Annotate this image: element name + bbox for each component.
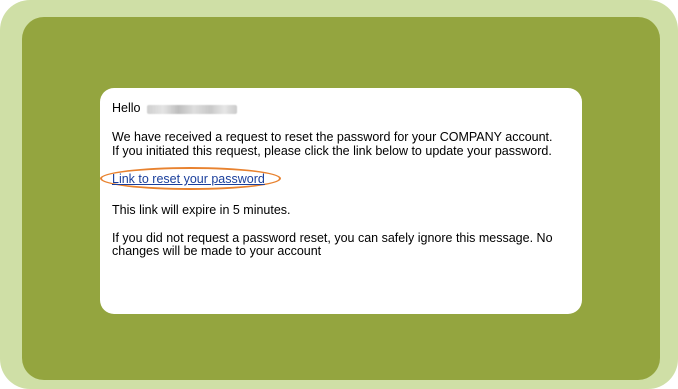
redacted-recipient-name (146, 104, 237, 114)
reset-link-container: Link to reset your password (100, 167, 568, 190)
greeting-line: Hello (112, 102, 568, 116)
greeting-text: Hello (112, 101, 141, 116)
reset-password-link[interactable]: Link to reset your password (112, 172, 265, 186)
expiry-paragraph: This link will expire in 5 minutes. (112, 203, 291, 217)
ignore-paragraph: If you did not request a password reset,… (112, 230, 553, 258)
request-paragraph: We have received a request to reset the … (112, 130, 553, 158)
email-card: Hello We have received a request to rese… (100, 88, 582, 314)
